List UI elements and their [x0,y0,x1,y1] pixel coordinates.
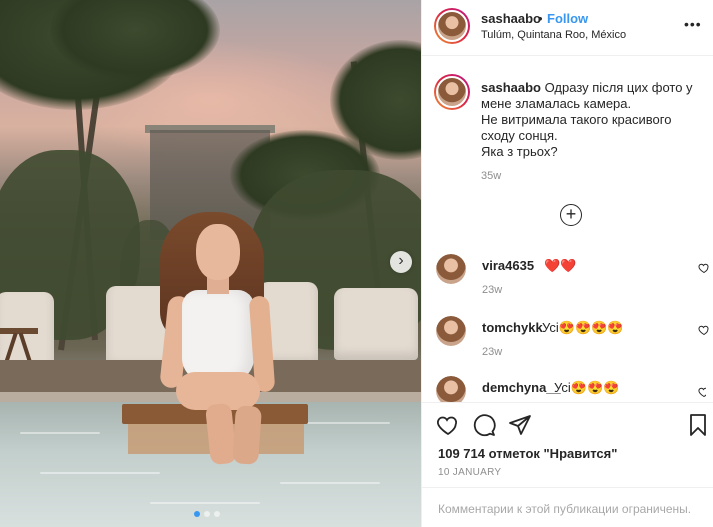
post-actions: 109 714 отметок "Нравится" 10 JANUARY Ко… [422,402,713,527]
comment-bubble-icon[interactable] [472,413,496,437]
caption-text-line: Не витримала такого красивого [481,112,672,127]
caption-timestamp[interactable]: 35w [481,170,501,182]
author-avatar[interactable] [434,8,470,44]
comment-item: tomchykk Усі😍😍😍😍 23w [436,316,709,366]
comment-item: vira4635 ❤️❤️ 23w [436,254,709,304]
white-swimsuit [182,290,254,382]
caption-text-line: Одразу після цих фото у [544,80,693,95]
comment-text: Усі😍😍😍 [554,380,620,395]
comment-timestamp[interactable]: 23w [482,284,502,296]
like-comment-heart-icon[interactable] [698,262,710,274]
like-comment-heart-icon[interactable] [698,324,710,336]
post-sidebar: sashaabo • Follow Tulúm, Quintana Roo, M… [421,0,713,527]
post-header: sashaabo • Follow Tulúm, Quintana Roo, M… [422,0,713,56]
post-location[interactable]: Tulúm, Quintana Roo, México [481,29,626,41]
comment-item: demchyna__ Усі😍😍😍 [436,376,706,402]
carousel-dots [194,511,220,517]
commenter-avatar[interactable] [436,254,466,284]
carousel-dot-active [194,511,200,517]
caption-text-line: Яка з трьох? [481,144,558,159]
like-heart-icon[interactable] [436,413,460,437]
author-username[interactable]: sashaabo [481,11,541,26]
commenter-username[interactable]: tomchykk [482,320,543,335]
caption-author-avatar[interactable] [434,74,470,110]
carousel-dot [214,511,220,517]
likes-count[interactable]: 109 714 отметок "Нравится" [438,446,617,461]
caption-text-line: сходу сонця. [481,128,558,143]
save-bookmark-icon[interactable] [686,413,710,437]
commenter-avatar[interactable] [436,376,466,402]
caption-username[interactable]: sashaabo [481,80,541,95]
share-paper-plane-icon[interactable] [508,413,532,437]
comments-disabled-notice: Комментарии к этой публикации ограничены… [422,487,713,527]
comment-text: Усі😍😍😍😍 [542,320,624,335]
carousel-next-button[interactable]: › [390,251,412,273]
commenter-username[interactable]: demchyna__ [482,380,561,395]
comment-timestamp[interactable]: 23w [482,346,502,358]
like-comment-heart-icon[interactable] [698,386,706,398]
lounge-cushion [334,288,418,360]
caption-text-line: мене зламалась камера. [481,96,632,111]
commenter-avatar[interactable] [436,316,466,346]
commenter-username[interactable]: vira4635 [482,258,534,273]
load-more-comments-icon[interactable]: + [560,204,582,226]
carousel-dot [204,511,210,517]
follow-button[interactable]: Follow [547,11,588,26]
comment-text: ❤️❤️ [544,258,577,273]
comments-disabled-text: Комментарии к этой публикации ограничены… [438,502,692,516]
header-separator: • [538,11,543,26]
more-options-icon[interactable]: ••• [684,16,702,32]
post-caption: sashaabo Одразу після цих фото у мене зл… [481,80,703,160]
woman-leg [232,405,262,465]
post-photo[interactable]: › [0,0,421,527]
post-date[interactable]: 10 JANUARY [438,467,501,478]
woman-face [196,224,240,280]
